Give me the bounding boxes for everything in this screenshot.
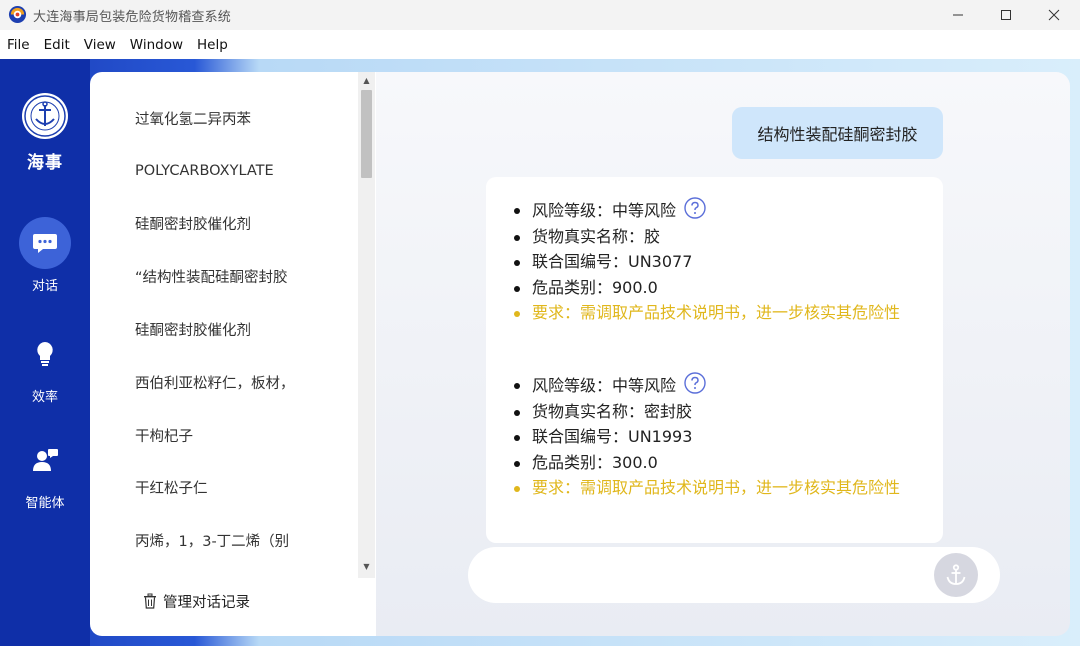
answer-card: 风险等级：中等风险 货物真实名称：胶 联合国编号：UN3077 危品类别：900… [486,177,943,543]
history-panel: 过氧化氢二异丙苯 POLYCARBOXYLATE 硅酮密封胶催化剂 “结构性装配… [90,72,376,636]
history-item[interactable]: 丙烯，1，3-丁二烯（别 [90,514,358,567]
maximize-button[interactable] [983,0,1029,30]
history-scrollbar[interactable]: ▲ ▼ [358,72,375,578]
history-item[interactable]: 硅酮密封胶催化剂 [90,198,358,251]
message-input[interactable] [492,557,932,593]
rail-item-agent[interactable]: 智能体 [0,434,90,511]
rail-item-efficiency-label: 效率 [31,390,58,405]
result-block: 风险等级：中等风险 货物真实名称：胶 联合国编号：UN3077 危品类别：900… [486,197,943,326]
close-icon [1048,9,1060,21]
china-msa-emblem [22,93,68,139]
agent-user-icon [33,449,58,471]
rail-brand: 海事 [27,153,63,173]
un-number-line: 联合国编号：UN1993 [486,424,943,450]
question-circle-icon[interactable] [684,197,706,219]
rail-chat-icon-wrap [19,217,71,269]
scroll-down-icon[interactable]: ▼ [361,560,372,574]
manage-history-label: 管理对话记录 [163,594,250,611]
rail-agent-icon-wrap [19,434,71,486]
risk-level-line: 风险等级：中等风险 [486,372,943,399]
menu-bar: File Edit View Window Help [0,30,1080,59]
history-item[interactable]: 西伯利亚松籽仁，板材， [90,356,358,409]
title-bar: 大连海事局包装危险货物稽查系统 [0,0,1080,30]
message-input-box [468,547,1000,603]
anchor-icon [946,564,966,585]
scroll-up-icon[interactable]: ▲ [361,74,372,88]
history-item[interactable]: 干枸杞子 [90,409,358,462]
user-message-bubble: 结构性装配硅酮密封胶 [732,107,943,159]
risk-level-text: 风险等级：中等风险 [532,376,677,395]
risk-level-line: 风险等级：中等风险 [486,197,943,224]
question-circle-icon[interactable] [684,372,706,394]
close-button[interactable] [1031,0,1077,30]
scroll-thumb[interactable] [361,90,372,178]
history-item[interactable]: 硅酮密封胶催化剂 [90,303,358,356]
menu-window[interactable]: Window [130,37,183,53]
menu-view[interactable]: View [84,37,116,53]
hazard-class-line: 危品类别：900.0 [486,275,943,301]
history-item[interactable]: 干红松子仁 [90,462,358,515]
cargo-name-line: 货物真实名称：密封胶 [486,399,943,425]
requirement-line: 要求：需调取产品技术说明书，进一步核实其危险性 [486,475,943,501]
requirement-line: 要求：需调取产品技术说明书，进一步核实其危险性 [486,300,943,326]
maximize-icon [1001,10,1011,20]
minimize-icon [953,14,963,16]
history-item[interactable]: 过氧化氢二异丙苯 [90,92,358,145]
rail-item-efficiency[interactable]: 效率 [0,328,90,405]
manage-history-button[interactable]: 管理对话记录 [143,590,250,612]
trash-icon [144,593,156,609]
history-list: 过氧化氢二异丙苯 POLYCARBOXYLATE 硅酮密封胶催化剂 “结构性装配… [90,92,358,567]
history-item[interactable]: “结构性装配硅酮密封胶 [90,250,358,303]
send-button[interactable] [934,553,978,597]
risk-level-text: 风险等级：中等风险 [532,201,677,220]
history-item[interactable]: POLYCARBOXYLATE [90,145,358,198]
un-number-line: 联合国编号：UN3077 [486,249,943,275]
hazard-class-line: 危品类别：300.0 [486,450,943,476]
menu-help[interactable]: Help [197,37,228,53]
minimize-button[interactable] [935,0,981,30]
rail-item-chat[interactable]: 对话 [0,217,90,294]
menu-edit[interactable]: Edit [44,37,70,53]
app-logo-icon [8,5,27,24]
rail-efficiency-icon-wrap [19,328,71,380]
lightbulb-icon [37,342,53,366]
rail-item-agent-label: 智能体 [25,496,65,511]
window-title: 大连海事局包装危险货物稽查系统 [33,10,232,25]
rail-item-chat-label: 对话 [31,279,58,294]
chat-bubble-icon [33,234,57,253]
menu-file[interactable]: File [7,37,30,53]
result-block: 风险等级：中等风险 货物真实名称：密封胶 联合国编号：UN1993 危品类别：3… [486,372,943,501]
cargo-name-line: 货物真实名称：胶 [486,224,943,250]
